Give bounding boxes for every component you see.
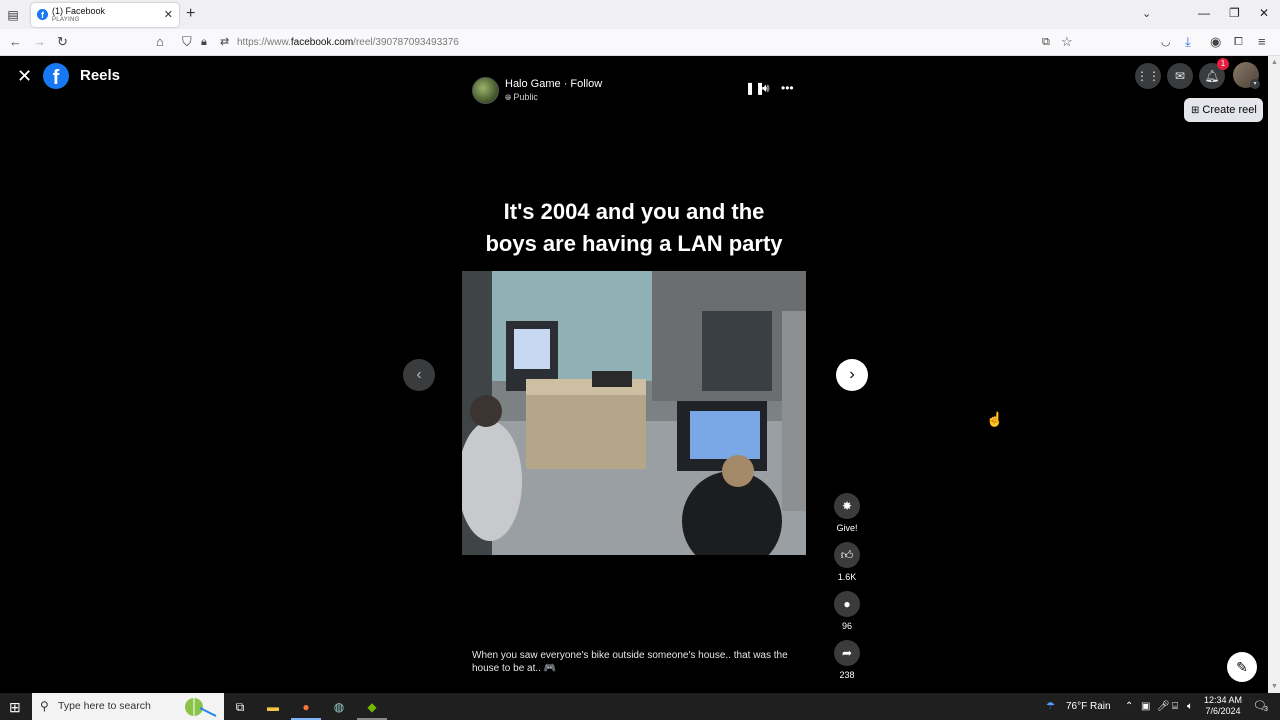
extensions-icon[interactable]: ⧠ xyxy=(1234,34,1243,50)
network-icon[interactable]: ⌸ xyxy=(1172,701,1178,712)
give-label: Give! xyxy=(836,523,858,533)
account-chevron-down-icon[interactable]: ▾ xyxy=(1250,79,1260,89)
page-avatar[interactable] xyxy=(472,77,499,104)
pocket-icon[interactable]: ◡ xyxy=(1161,34,1171,50)
tab-list-icon[interactable]: ▤ xyxy=(5,7,21,23)
picture-in-picture-icon[interactable]: ⧉ xyxy=(1042,34,1050,50)
previous-reel-chevron-left-icon[interactable]: ‹ xyxy=(403,359,435,391)
share-count: 238 xyxy=(839,670,855,680)
clock-time: 12:34 AM xyxy=(1203,695,1243,705)
address-bar-url[interactable]: https://www.facebook.com/reel/3907870934… xyxy=(237,37,459,48)
weather-text[interactable]: 76°F Rain xyxy=(1066,701,1111,712)
new-message-edit-icon[interactable]: ✎ xyxy=(1227,652,1257,682)
video-text-overlay: It's 2004 and you and the boys are havin… xyxy=(462,196,806,260)
messenger-icon[interactable]: ✉ xyxy=(1167,63,1193,89)
like-count: 1.6K xyxy=(837,572,857,582)
reel-video-frame[interactable] xyxy=(462,271,806,555)
audience-label: 🌐︎ Public xyxy=(505,92,538,103)
restore-window-icon[interactable]: ❐ xyxy=(1229,6,1240,20)
browser-tab-facebook[interactable]: f (1) Facebook PLAYING ✕ xyxy=(31,3,179,27)
taskbar-search-box[interactable]: ⚲ Type here to search xyxy=(32,693,224,720)
give-star-icon[interactable]: ✸ xyxy=(834,493,860,519)
url-prefix: https://www. xyxy=(237,37,291,48)
new-tab-icon[interactable]: + xyxy=(186,6,195,22)
tab-title: (1) Facebook xyxy=(52,6,106,16)
back-icon[interactable]: ← xyxy=(9,34,22,50)
tab-playing-status: PLAYING xyxy=(52,17,80,23)
windows-taskbar: ⊞ ⚲ Type here to search ⧉ ▬ ● ◍ ◆ ☂ 76°F… xyxy=(0,693,1280,720)
volume-icon[interactable]: 🔊︎ xyxy=(762,81,770,96)
tab-close-icon[interactable]: ✕ xyxy=(164,8,173,21)
audience-text: Public xyxy=(513,92,538,102)
file-explorer-icon[interactable]: ▬ xyxy=(264,698,282,716)
minimize-window-icon[interactable]: — xyxy=(1198,6,1210,20)
task-view-icon[interactable]: ⧉ xyxy=(231,698,249,716)
bookmark-star-icon[interactable]: ☆ xyxy=(1061,34,1073,50)
facebook-favicon-icon: f xyxy=(37,9,48,20)
url-path: /reel/390787093493376 xyxy=(353,37,459,48)
page-name-follow[interactable]: Halo Game · Follow xyxy=(505,78,602,90)
forward-icon[interactable]: → xyxy=(33,34,46,50)
notification-count-badge: 1 xyxy=(1217,58,1229,70)
globe-icon: 🌐︎ xyxy=(505,93,512,102)
share-arrow-icon[interactable]: ➦ xyxy=(834,640,860,666)
close-reels-icon[interactable]: ✕ xyxy=(17,66,32,87)
browser-tab-bar: ▤ f (1) Facebook PLAYING ✕ + ⌄ — ❐ ✕ xyxy=(0,0,1280,29)
search-icon: ⚲ xyxy=(40,699,49,713)
browser-nav-bar: ← → ↻ ⌂ ⛉ 🔒︎ ⇄ https://www.facebook.com/… xyxy=(0,29,1280,56)
menu-hamburger-icon[interactable]: ≡ xyxy=(1258,34,1266,50)
nvidia-icon[interactable]: ◆ xyxy=(363,698,381,716)
clock-date: 7/6/2024 xyxy=(1205,706,1241,716)
search-highlight-illustration-icon xyxy=(185,698,217,717)
taskbar-clock[interactable]: 12:34 AM 7/6/2024 xyxy=(1199,695,1247,717)
more-options-icon[interactable]: ••• xyxy=(781,81,794,95)
speaker-icon[interactable]: 🔈︎ xyxy=(1187,701,1193,712)
list-all-tabs-chevron-icon[interactable]: ⌄ xyxy=(1142,7,1151,20)
overlay-line-1: It's 2004 and you and the xyxy=(503,199,765,224)
comment-count: 96 xyxy=(841,621,852,631)
next-reel-chevron-right-icon[interactable]: › xyxy=(836,359,868,391)
downloads-icon[interactable]: ⤓ xyxy=(1185,34,1191,50)
meet-now-icon[interactable]: ▣ xyxy=(1141,701,1150,712)
search-placeholder: Type here to search xyxy=(58,700,151,712)
reel-caption: When you saw everyone's bike outside som… xyxy=(472,649,792,675)
page-scrollbar[interactable]: ▲ ▼ xyxy=(1268,56,1280,693)
reels-page: ✕ f Reels ⋮⋮ ✉ 🔔︎ 1 ▾ ⊞ Create reel Halo … xyxy=(0,56,1268,693)
url-domain: facebook.com xyxy=(290,37,354,48)
menu-grid-icon[interactable]: ⋮⋮ xyxy=(1135,63,1161,89)
scroll-up-arrow-icon[interactable]: ▲ xyxy=(1271,59,1278,66)
account-icon[interactable]: ◉ xyxy=(1210,34,1221,50)
create-reel-button[interactable]: ⊞ Create reel xyxy=(1184,98,1263,122)
show-hidden-icons-chevron-icon[interactable]: ⌃ xyxy=(1125,701,1133,712)
create-reel-label: Create reel xyxy=(1202,104,1257,116)
firefox-icon[interactable]: ● xyxy=(297,698,315,716)
home-icon[interactable]: ⌂ xyxy=(156,34,164,50)
hand-cursor-icon: ☝ xyxy=(986,411,1004,427)
reload-icon[interactable]: ↻ xyxy=(57,34,68,50)
windows-start-icon[interactable]: ⊞ xyxy=(9,699,21,716)
notification-center-count: 3 xyxy=(1264,706,1268,713)
lock-icon[interactable]: 🔒︎ xyxy=(201,34,207,50)
weather-rain-icon[interactable]: ☂ xyxy=(1046,701,1055,712)
page-title: Reels xyxy=(80,67,121,84)
tracking-protection-shield-icon[interactable]: ⛉ xyxy=(182,34,192,50)
caption-line-1: When you saw everyone's bike outside som… xyxy=(472,650,788,661)
facebook-logo-icon[interactable]: f xyxy=(43,63,69,89)
scroll-down-arrow-icon[interactable]: ▼ xyxy=(1271,683,1278,690)
close-window-icon[interactable]: ✕ xyxy=(1259,6,1269,20)
app-icon[interactable]: ◍ xyxy=(330,698,348,716)
overlay-line-2: boys are having a LAN party xyxy=(485,231,783,256)
comment-bubble-icon[interactable]: ● xyxy=(834,591,860,617)
caption-line-2: house to be at.. 🎮 xyxy=(472,663,557,674)
microphone-icon[interactable]: 🎤︎ xyxy=(1157,701,1170,712)
lan-party-video-still xyxy=(462,271,806,555)
permissions-icon[interactable]: ⇄ xyxy=(220,34,229,50)
camera-plus-icon: ⊞ xyxy=(1191,105,1200,116)
like-thumb-icon[interactable]: 👍︎ xyxy=(834,542,860,568)
